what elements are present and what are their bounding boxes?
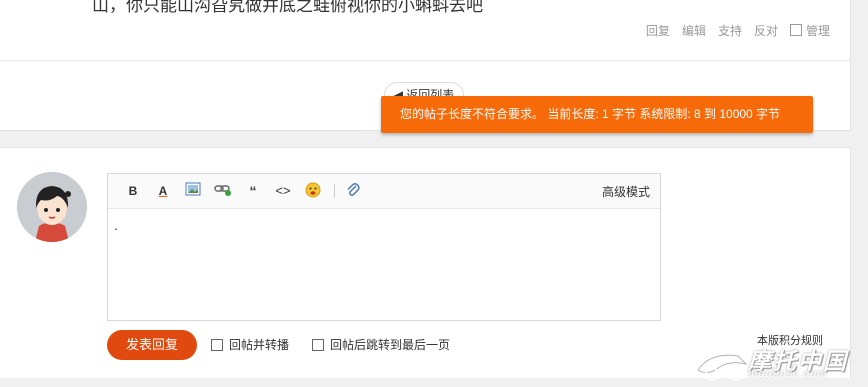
watermark-url: motomsc.com <box>748 368 828 380</box>
bold-button[interactable]: B <box>124 182 142 200</box>
reply-textarea[interactable]: . <box>108 209 660 325</box>
jump-last-checkbox[interactable] <box>312 338 324 351</box>
oppose-link[interactable]: 反对 <box>754 22 778 39</box>
link-icon[interactable] <box>214 182 232 200</box>
attachment-icon[interactable] <box>344 182 362 200</box>
jump-last-label: 回帖后跳转到最后一页 <box>330 338 451 352</box>
advanced-mode-link[interactable]: 高级模式 <box>602 183 650 200</box>
image-icon[interactable] <box>184 182 202 200</box>
support-link[interactable]: 支持 <box>718 22 742 39</box>
reply-editor: B A “ <> 高级模式 . <box>107 173 661 321</box>
avatar-image <box>17 172 87 242</box>
error-toast: 您的帖子长度不符合要求。 当前长度: 1 字节 系统限制: 8 到 10000 … <box>381 96 813 133</box>
divider <box>0 60 850 61</box>
jump-last-option[interactable]: 回帖后跳转到最后一页 <box>312 336 450 353</box>
toolbar-separator <box>334 184 335 198</box>
quote-icon[interactable]: “ <box>244 182 262 200</box>
font-color-button[interactable]: A <box>154 182 172 200</box>
edit-link[interactable]: 编辑 <box>682 22 706 39</box>
avatar[interactable] <box>17 172 87 242</box>
post-content: 山，你只能山沟旮旯做井底之蛙俯视你的小蝌蚪去吧 <box>92 0 483 15</box>
reply-link[interactable]: 回复 <box>646 22 670 39</box>
manage-checkbox[interactable] <box>789 24 802 36</box>
submit-reply-button[interactable]: 发表回复 <box>107 330 197 360</box>
editor-toolbar: B A “ <> 高级模式 <box>108 174 660 209</box>
repost-checkbox[interactable] <box>211 338 223 351</box>
post-actions: 回复 编辑 支持 反对 管理 <box>646 22 830 39</box>
manage-option[interactable]: 管理 <box>789 22 830 39</box>
repost-label: 回帖并转播 <box>229 338 290 352</box>
repost-option[interactable]: 回帖并转播 <box>211 336 289 353</box>
manage-label: 管理 <box>805 24 830 38</box>
emoji-icon[interactable] <box>304 182 322 200</box>
code-icon[interactable]: <> <box>274 182 292 200</box>
